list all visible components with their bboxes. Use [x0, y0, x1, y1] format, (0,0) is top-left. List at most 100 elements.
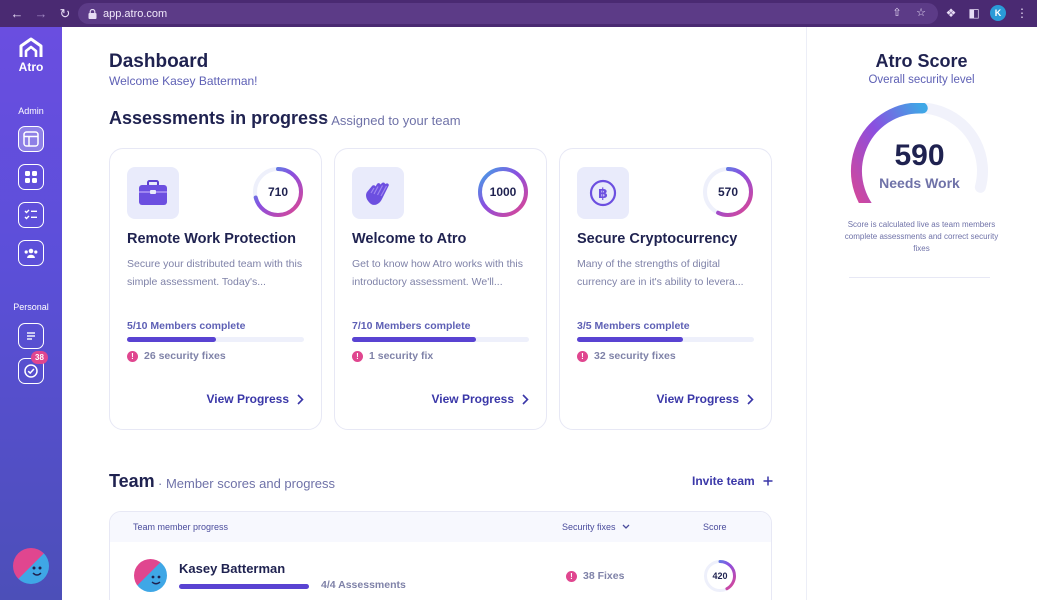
progress-fill	[577, 337, 684, 342]
score-ring: 710	[252, 166, 304, 218]
member-score-value: 420	[712, 571, 728, 581]
assessments-subtitle: · Assigned to your team	[324, 113, 461, 128]
sidebar: Atro Admin Personal 38	[0, 27, 62, 600]
sidebar-item-team[interactable]	[18, 240, 44, 266]
atro-logo-icon	[19, 37, 43, 57]
back-arrow-icon[interactable]: ←	[8, 5, 26, 23]
members-complete: 3/5 Members complete	[577, 320, 690, 332]
members-progress-bar	[352, 337, 529, 342]
members-complete: 7/10 Members complete	[352, 320, 471, 332]
gauge-status: Needs Work	[879, 175, 960, 191]
main-content: Dashboard Welcome Kasey Batterman! Asses…	[62, 27, 806, 600]
more-menu-icon[interactable]: ⋮	[1015, 6, 1029, 20]
fixes-text: 32 security fixes	[594, 350, 676, 362]
members-progress-bar	[127, 337, 304, 342]
forward-arrow-icon[interactable]: →	[32, 5, 50, 23]
card-icon-tile	[352, 167, 404, 219]
view-progress-label: View Progress	[656, 392, 740, 406]
member-score-ring: 420	[703, 559, 737, 593]
progress-fill	[179, 584, 309, 589]
alert-icon: !	[566, 570, 577, 582]
member-avatar	[134, 559, 167, 592]
welcome-text: Welcome Kasey Batterman!	[109, 74, 258, 88]
members-complete: 5/10 Members complete	[127, 320, 246, 332]
smile-face-icon	[32, 566, 42, 576]
score-ring: 570	[702, 166, 754, 218]
card-title: Welcome to Atro	[352, 231, 467, 247]
chevron-right-icon	[297, 393, 304, 405]
score-panel-subtitle: Overall security level	[868, 74, 975, 86]
security-fixes: ! 26 security fixes	[127, 350, 226, 362]
bookmark-star-icon[interactable]: ☆	[914, 6, 928, 21]
svg-text:฿: ฿	[598, 186, 608, 202]
checklist-icon	[24, 209, 37, 220]
profile-avatar[interactable]: K	[990, 5, 1006, 21]
alert-icon: !	[577, 350, 588, 362]
score-panel-title: Atro Score	[875, 51, 968, 71]
sidebar-item-checklist[interactable]	[18, 202, 44, 228]
bitcoin-icon: ฿	[589, 179, 617, 207]
card-description: Secure your distributed team with this s…	[127, 258, 303, 288]
team-title: Team	[109, 471, 155, 491]
sidebar-item-notes[interactable]	[18, 323, 44, 349]
member-name: Kasey Batterman	[179, 561, 286, 576]
smile-face-icon	[151, 575, 161, 585]
atro-logo[interactable]: Atro	[16, 37, 46, 74]
extensions-puzzle-icon[interactable]: ❖	[944, 6, 958, 20]
card-title: Remote Work Protection	[127, 231, 296, 247]
share-icon[interactable]: ⇧	[890, 6, 904, 21]
view-progress-link[interactable]: View Progress	[207, 392, 305, 406]
assessment-card[interactable]: 710 Remote Work Protection Secure your d…	[109, 148, 322, 430]
sidebar-item-apps[interactable]	[18, 164, 44, 190]
tasks-count-badge: 38	[31, 351, 48, 364]
user-avatar[interactable]	[13, 548, 49, 584]
member-fixes: ! 38 Fixes	[566, 570, 624, 582]
assessment-card[interactable]: 1000 Welcome to Atro Get to know how Atr…	[334, 148, 547, 430]
score-gauge: 590 Needs Work	[847, 102, 992, 229]
reload-icon[interactable]: ↻	[56, 5, 74, 23]
member-assessments: 4/4 Assessments	[321, 579, 406, 591]
address-bar[interactable]: app.atro.com ⇧ ☆	[78, 3, 938, 24]
card-description: Many of the strengths of digital currenc…	[577, 258, 744, 288]
browser-toolbar: ← → ↻ app.atro.com ⇧ ☆ ❖ ◧ K ⋮	[0, 0, 1037, 27]
column-security-fixes[interactable]: Security fixes	[562, 522, 630, 532]
card-description: Get to know how Atro works with this int…	[352, 258, 523, 288]
table-header: Team member progress Security fixes Scor…	[110, 512, 771, 542]
table-row[interactable]: Kasey Batterman 4/4 Assessments ! 38 Fix…	[110, 542, 771, 600]
assessments-title: Assessments in progress	[109, 108, 329, 128]
check-circle-icon	[24, 364, 38, 378]
invite-team-button[interactable]: Invite team	[692, 474, 773, 488]
column-score: Score	[703, 522, 727, 532]
browser-nav: ← → ↻	[0, 5, 82, 23]
chevron-right-icon	[747, 393, 754, 405]
grid-icon	[25, 171, 37, 183]
browser-extensions: ❖ ◧ K ⋮	[944, 5, 1029, 21]
invite-team-label: Invite team	[692, 474, 755, 488]
personal-label: Personal	[13, 302, 49, 312]
column-fixes-label: Security fixes	[562, 522, 616, 532]
plus-icon	[763, 476, 773, 486]
view-progress-link[interactable]: View Progress	[657, 392, 755, 406]
team-subtitle: · Member scores and progress	[158, 476, 336, 491]
side-panel-icon[interactable]: ◧	[967, 6, 981, 20]
score-value: 1000	[489, 185, 517, 199]
column-member: Team member progress	[133, 522, 229, 532]
card-title: Secure Cryptocurrency	[577, 231, 738, 247]
fixes-text: 1 security fix	[369, 350, 434, 362]
card-icon-tile: ฿	[577, 167, 629, 219]
alert-icon: !	[127, 350, 138, 362]
card-icon-tile	[127, 167, 179, 219]
assessment-card[interactable]: ฿ 570 Secure Cryptocurrency Many of the …	[559, 148, 772, 430]
progress-fill	[127, 337, 216, 342]
view-progress-link[interactable]: View Progress	[432, 392, 530, 406]
gauge-score: 590	[894, 139, 945, 172]
fixes-text: 26 security fixes	[144, 350, 226, 362]
sidebar-item-dashboard[interactable]	[18, 126, 44, 152]
admin-label: Admin	[18, 106, 44, 116]
chevron-down-icon	[622, 524, 630, 529]
chevron-right-icon	[522, 393, 529, 405]
score-value: 570	[717, 185, 739, 199]
score-note: Score is calculated live as team members…	[844, 220, 999, 253]
atro-score-panel: Atro Score Overall security level 590 Ne…	[806, 27, 1037, 600]
lock-icon	[88, 8, 97, 19]
